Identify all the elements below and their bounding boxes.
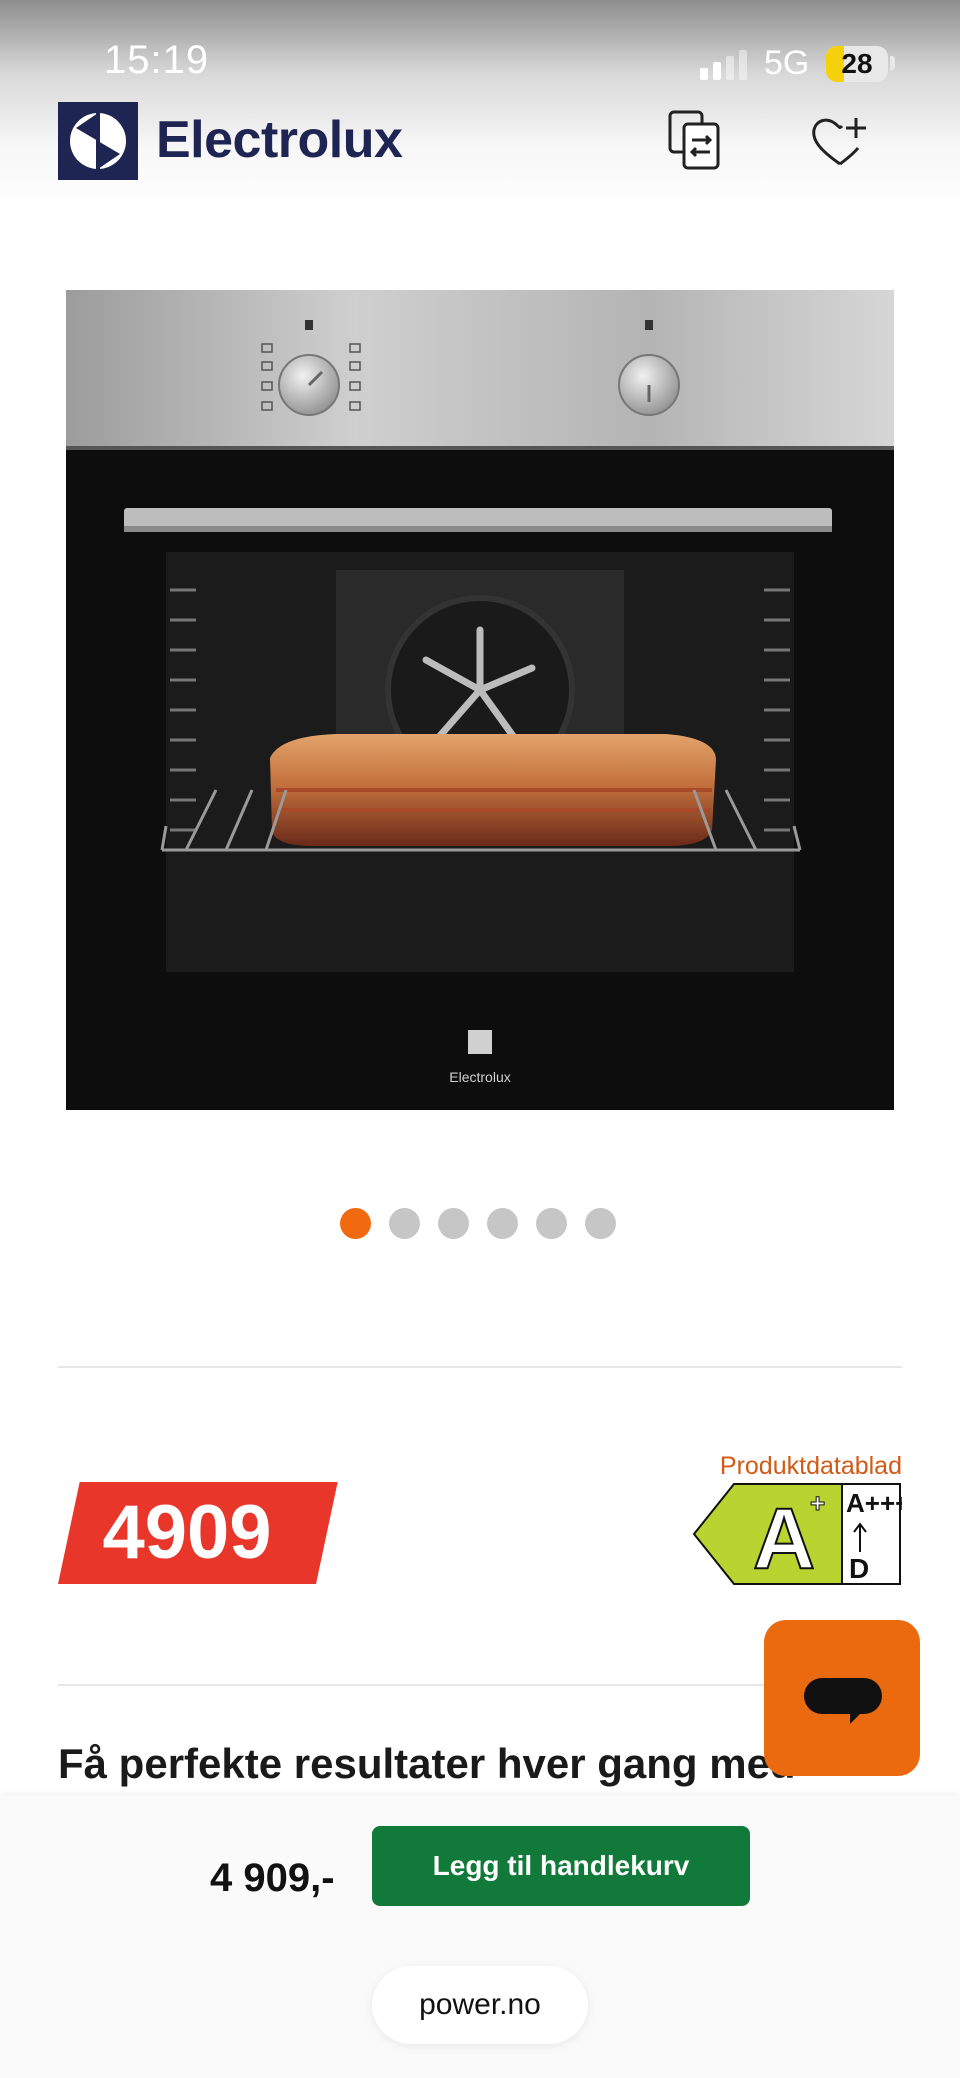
chat-button[interactable] [764,1620,920,1776]
carousel-dot-3[interactable] [438,1208,469,1239]
battery-cap [890,56,895,70]
bottom-price: 4 909,- [210,1856,335,1900]
energy-rating: A [753,1491,815,1586]
status-time: 15:19 [104,38,210,82]
energy-scale-bottom: D [849,1553,869,1584]
divider [58,1366,902,1368]
oven-product-image[interactable]: Electrolux [66,290,894,1110]
battery-level: 28 [841,48,873,79]
signal-icon [700,50,747,80]
carousel-dots [340,1208,616,1239]
oven-door-brand: Electrolux [449,1069,510,1085]
top-gradient [0,0,960,210]
network-type: 5G [764,44,810,82]
description-heading: Få perfekte resultater hver gang med [58,1740,796,1787]
chat-bubble-icon [804,1678,882,1724]
carousel-dot-6[interactable] [585,1208,616,1239]
heart-plus-icon[interactable] [808,110,872,174]
product-datasheet-link[interactable]: Produktdatablad [640,1452,902,1481]
price-tag: 4909 [102,1490,272,1575]
energy-label-icon[interactable]: A + A+++ D [692,1482,910,1588]
carousel-dot-5[interactable] [536,1208,567,1239]
compare-icon[interactable] [664,108,728,172]
brand-name[interactable]: Electrolux [156,110,403,170]
battery-icon: 28 [826,46,888,82]
carousel-dot-2[interactable] [389,1208,420,1239]
carousel-dot-1[interactable] [340,1208,371,1239]
add-to-cart-button[interactable]: Legg til handlekurv [372,1826,750,1906]
energy-scale-top: A+++ [846,1488,902,1518]
browser-url-bar[interactable]: power.no [372,1966,588,2044]
electrolux-logo-icon[interactable] [58,102,138,180]
carousel-dot-4[interactable] [487,1208,518,1239]
energy-rating-plus: + [810,1488,825,1518]
